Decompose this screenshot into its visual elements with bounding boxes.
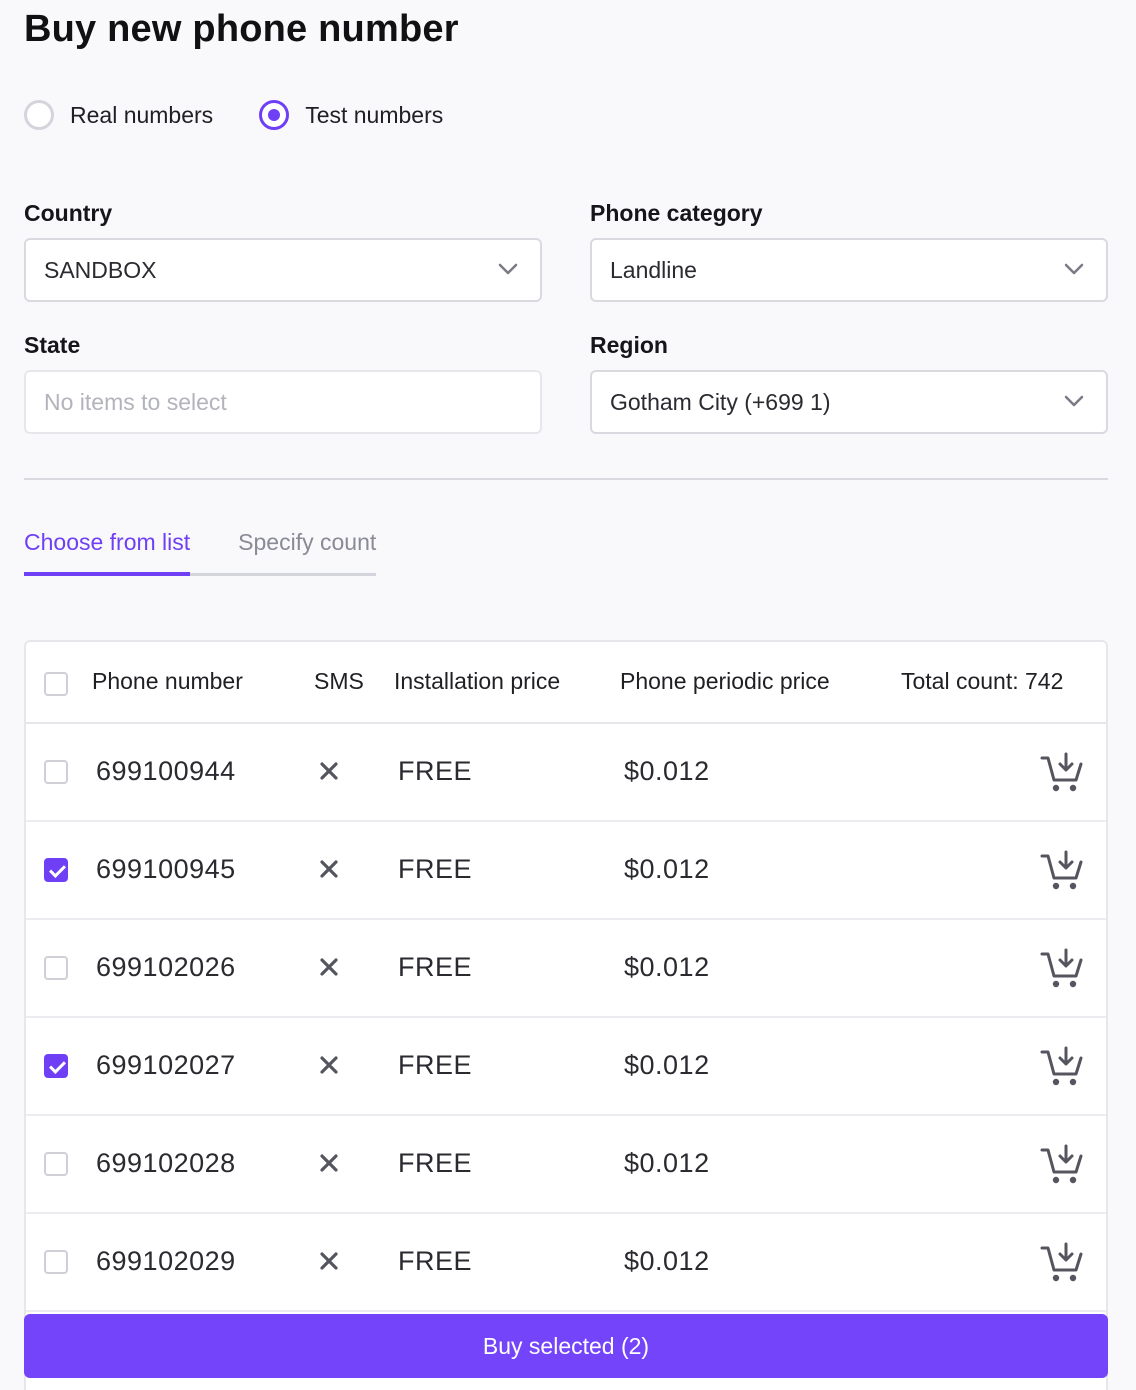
select-all-checkbox[interactable]	[44, 672, 68, 696]
close-icon	[318, 1250, 340, 1272]
tab-specify-count[interactable]: Specify count	[190, 526, 377, 576]
country-label: Country	[24, 200, 113, 226]
state-field: State No items to select	[24, 330, 542, 434]
phone-number-cell: 699102028	[96, 1148, 236, 1178]
header-sms: SMS	[314, 668, 364, 694]
radio-label-test: Test numbers	[305, 101, 444, 128]
country-value: SANDBOX	[44, 256, 157, 283]
installation-price-cell: FREE	[398, 1050, 473, 1080]
row-checkbox[interactable]	[44, 1054, 68, 1078]
phone-category-field: Phone category Landline	[590, 198, 1108, 302]
periodic-price-cell: $0.012	[624, 1148, 710, 1178]
row-checkbox[interactable]	[44, 858, 68, 882]
phone-number-cell: 699102026	[96, 952, 236, 982]
radio-circle-test[interactable]	[259, 100, 290, 130]
number-type-radio-group: Real numbers Test numbers	[24, 100, 489, 130]
region-select[interactable]: Gotham City (+699 1)	[590, 370, 1108, 434]
buy-selected-button[interactable]: Buy selected (2)	[24, 1314, 1108, 1378]
page-title: Buy new phone number	[24, 8, 459, 50]
phone-category-label: Phone category	[590, 200, 763, 226]
header-phone-number: Phone number	[92, 668, 243, 694]
state-label: State	[24, 332, 81, 358]
header-total-count: Total count: 742	[901, 668, 1064, 694]
add-to-cart-icon[interactable]	[1040, 1242, 1084, 1284]
phone-number-cell: 699102029	[96, 1246, 236, 1276]
add-to-cart-icon[interactable]	[1040, 1046, 1084, 1088]
add-to-cart-icon[interactable]	[1040, 1144, 1084, 1186]
table-row: 699102027 FREE $0.012	[26, 1018, 1106, 1116]
periodic-price-cell: $0.012	[624, 1246, 710, 1276]
installation-price-cell: FREE	[398, 756, 473, 786]
close-icon	[318, 858, 340, 880]
radio-label-real: Real numbers	[70, 101, 214, 128]
table-row: 699100944 FREE $0.012	[26, 724, 1106, 822]
table-header: Phone number SMS Installation price Phon…	[26, 642, 1106, 724]
chevron-down-icon	[1064, 263, 1084, 275]
add-to-cart-icon[interactable]	[1040, 948, 1084, 990]
installation-price-cell: FREE	[398, 952, 473, 982]
row-checkbox[interactable]	[44, 1152, 68, 1176]
row-checkbox[interactable]	[44, 760, 68, 784]
installation-price-cell: FREE	[398, 1246, 473, 1276]
header-periodic-price: Phone periodic price	[620, 668, 830, 694]
state-placeholder: No items to select	[44, 388, 227, 415]
header-installation-price: Installation price	[394, 668, 561, 694]
chevron-down-icon	[498, 263, 518, 275]
installation-price-cell: FREE	[398, 854, 473, 884]
periodic-price-cell: $0.012	[624, 952, 710, 982]
close-icon	[318, 1054, 340, 1076]
tab-choose-from-list[interactable]: Choose from list	[24, 526, 191, 576]
region-value: Gotham City (+699 1)	[610, 388, 831, 415]
row-checkbox[interactable]	[44, 1250, 68, 1274]
radio-real-numbers[interactable]: Real numbers	[24, 100, 213, 130]
add-to-cart-icon[interactable]	[1040, 752, 1084, 794]
close-icon	[318, 956, 340, 978]
radio-test-numbers[interactable]: Test numbers	[259, 100, 443, 130]
periodic-price-cell: $0.012	[624, 1050, 710, 1080]
table-row: 699102026 FREE $0.012	[26, 920, 1106, 1018]
add-to-cart-icon[interactable]	[1040, 850, 1084, 892]
close-icon	[318, 760, 340, 782]
phone-number-cell: 699100945	[96, 854, 236, 884]
region-field: Region Gotham City (+699 1)	[590, 330, 1108, 434]
periodic-price-cell: $0.012	[624, 854, 710, 884]
state-select: No items to select	[24, 370, 542, 434]
installation-price-cell: FREE	[398, 1148, 473, 1178]
phone-category-select[interactable]: Landline	[590, 238, 1108, 302]
region-label: Region	[590, 332, 668, 358]
country-select[interactable]: SANDBOX	[24, 238, 542, 302]
table-body: 699100944 FREE $0.012 699100945 FREE $0.012 69…	[26, 724, 1106, 1312]
radio-circle-real[interactable]	[24, 100, 54, 130]
row-checkbox[interactable]	[44, 956, 68, 980]
periodic-price-cell: $0.012	[624, 756, 710, 786]
tabs: Choose from list Specify count	[24, 526, 377, 576]
phone-numbers-table: Phone number SMS Installation price Phon…	[24, 640, 1108, 1390]
phone-number-cell: 699100944	[96, 756, 236, 786]
phone-category-value: Landline	[610, 256, 697, 283]
section-divider	[24, 478, 1108, 480]
chevron-down-icon	[1064, 395, 1084, 407]
table-row: 699100945 FREE $0.012	[26, 822, 1106, 920]
table-row: 699102029 FREE $0.012	[26, 1214, 1106, 1312]
table-row: 699102028 FREE $0.012	[26, 1116, 1106, 1214]
close-icon	[318, 1152, 340, 1174]
phone-number-cell: 699102027	[96, 1050, 236, 1080]
country-field: Country SANDBOX	[24, 198, 542, 302]
